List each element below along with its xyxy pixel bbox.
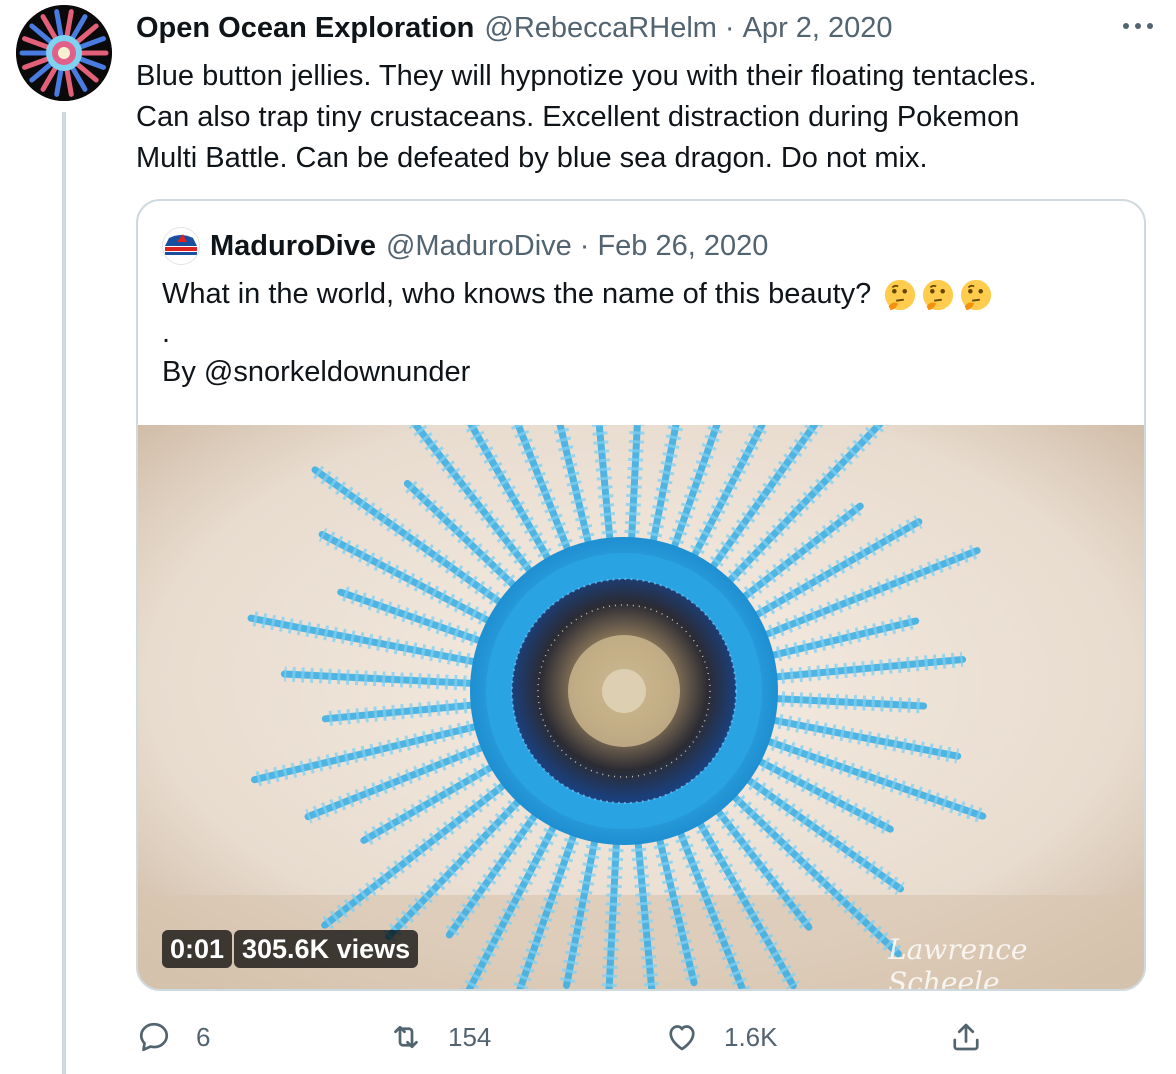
quoted-text-line: By @snorkeldownunder [162, 356, 471, 388]
tweet-action-bar: 6 154 1.6K [136, 1012, 996, 1062]
author-handle[interactable]: @RebeccaRHelm [484, 12, 717, 45]
tweet-date[interactable]: Apr 2, 2020 [743, 12, 893, 45]
avatar-jelly-image [16, 5, 112, 101]
tweet-text-line: Multi Battle. Can be defeated by blue se… [136, 142, 928, 174]
quoted-author-handle[interactable]: @MaduroDive [386, 230, 572, 263]
maduro-dive-logo-icon [163, 228, 199, 264]
tweet-header: Open Ocean Exploration @RebeccaRHelm · A… [136, 8, 893, 48]
author-name[interactable]: Open Ocean Exploration [136, 12, 474, 45]
video-watermark: Lawrence Scheele [888, 933, 1028, 991]
like-count: 1.6K [724, 1021, 778, 1052]
share-icon [953, 1023, 979, 1051]
like-button[interactable]: 1.6K [664, 1012, 778, 1062]
video-player[interactable]: 0:01 305.6K views Lawrence Scheele [138, 425, 1144, 991]
thread-connector-line [62, 112, 66, 1074]
quoted-tweet-card[interactable]: MaduroDive @MaduroDive · Feb 26, 2020 Wh… [136, 199, 1146, 991]
header-separator: · [724, 11, 735, 44]
reply-button[interactable]: 6 [136, 1012, 210, 1062]
quoted-header-separator: · [579, 229, 590, 262]
reply-icon [139, 1022, 169, 1052]
tweet-text: Blue button jellies. They will hypnotize… [136, 56, 1146, 179]
quoted-tweet-header: MaduroDive @MaduroDive · Feb 26, 2020 [210, 225, 768, 267]
quoted-author-name[interactable]: MaduroDive [210, 230, 376, 263]
retweet-button[interactable]: 154 [388, 1012, 491, 1062]
quoted-text-line: What in the world, who knows the name of… [162, 278, 872, 310]
heart-icon [669, 1025, 695, 1051]
reply-count: 6 [196, 1021, 211, 1052]
thinking-face-icon [885, 280, 916, 311]
video-views-badge: 305.6K views [234, 930, 419, 968]
retweet-icon [394, 1025, 418, 1049]
quoted-tweet-date[interactable]: Feb 26, 2020 [597, 230, 768, 263]
tweet-text-line: Can also trap tiny crustaceans. Excellen… [136, 101, 1020, 133]
video-timestamp-badge: 0:01 [162, 930, 233, 968]
thinking-face-icon [961, 280, 992, 311]
quoted-tweet-text: What in the world, who knows the name of… [162, 275, 1122, 392]
quoted-author-avatar [162, 227, 200, 265]
quoted-text-line: . [162, 317, 171, 349]
thinking-face-icon [923, 280, 954, 311]
author-avatar[interactable] [16, 5, 112, 101]
retweet-count: 154 [448, 1021, 492, 1052]
blue-button-jelly-video-frame [138, 425, 1144, 989]
more-horizontal-icon[interactable] [1118, 14, 1158, 38]
tweet-text-line: Blue button jellies. They will hypnotize… [136, 60, 1037, 92]
share-button[interactable] [948, 1012, 1008, 1062]
